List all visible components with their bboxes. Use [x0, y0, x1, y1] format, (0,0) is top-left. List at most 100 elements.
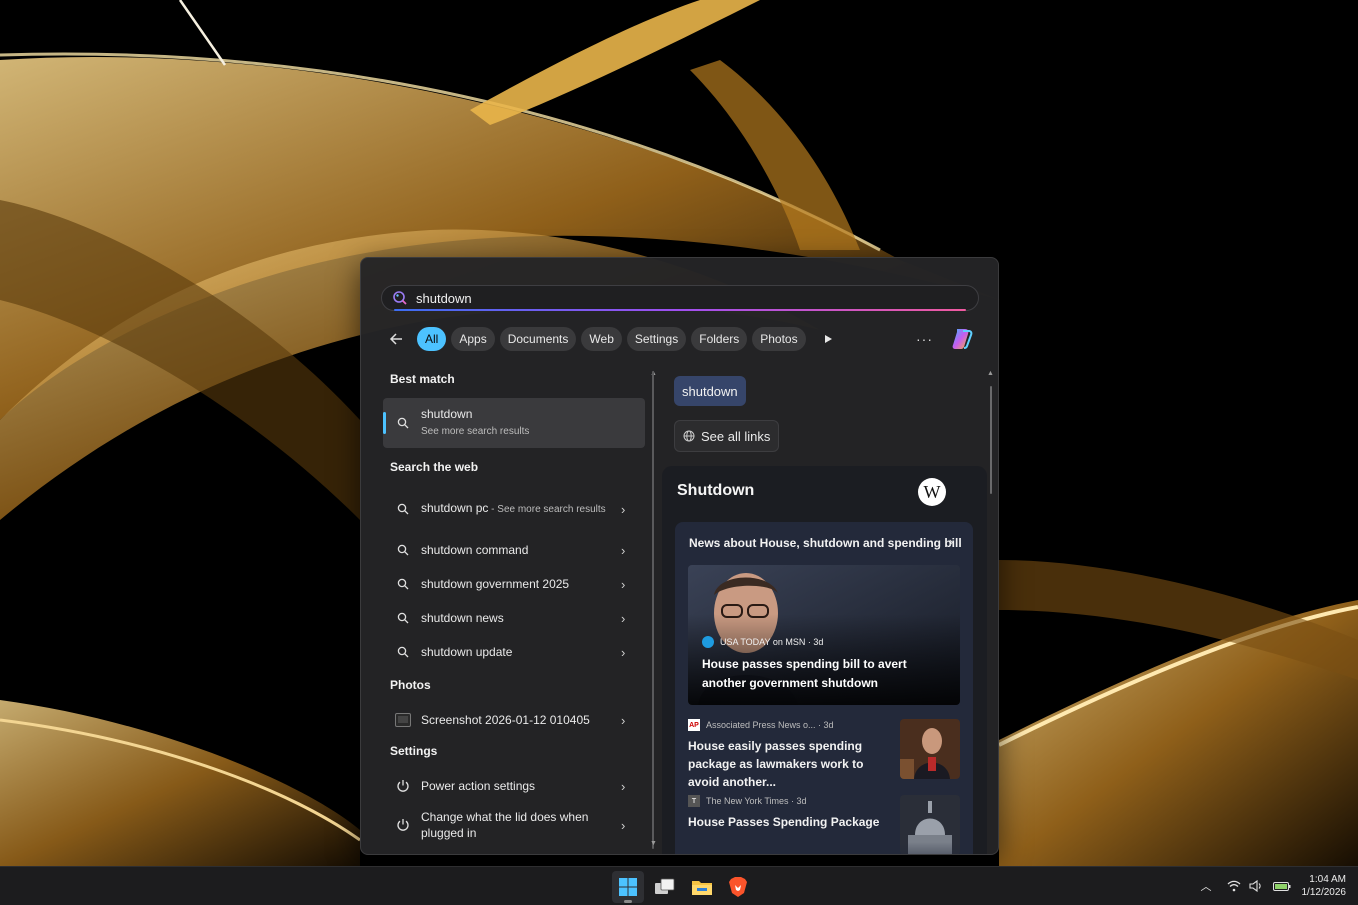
- best-match-title: shutdown: [421, 407, 473, 421]
- search-icon: [395, 610, 411, 626]
- chevron-right-icon: ›: [621, 712, 626, 728]
- usatoday-logo-icon: [702, 636, 714, 648]
- news-fade-overlay: [675, 842, 973, 854]
- windows-logo-icon: [619, 878, 637, 896]
- volume-icon[interactable]: [1246, 878, 1266, 894]
- see-all-links-button[interactable]: See all links: [674, 420, 780, 452]
- search-icon: [395, 415, 411, 431]
- photo-result[interactable]: Screenshot 2026-01-12 010405 ›: [383, 708, 645, 732]
- web-result-main: shutdown update: [421, 645, 513, 659]
- file-explorer-button[interactable]: [686, 871, 718, 903]
- image-thumbnail-icon: [395, 712, 411, 728]
- web-result-4[interactable]: shutdown news ›: [383, 606, 645, 630]
- best-match-subtitle: See more search results: [421, 426, 530, 437]
- chevron-right-icon: ›: [621, 576, 626, 592]
- start-button[interactable]: [612, 871, 644, 903]
- news-card: News about House, shutdown and spending …: [675, 522, 973, 854]
- query-chip[interactable]: shutdown: [674, 376, 746, 406]
- chevron-up-icon[interactable]: ︿: [1196, 878, 1216, 894]
- chevron-right-icon: ›: [621, 501, 626, 517]
- copilot-icon[interactable]: [949, 326, 975, 352]
- brave-lion-icon: [729, 877, 747, 897]
- nyt-logo-icon: T: [688, 795, 700, 807]
- best-match-item[interactable]: shutdown See more search results: [383, 398, 645, 448]
- wifi-icon[interactable]: [1224, 878, 1244, 894]
- wikipedia-logo-icon[interactable]: W: [918, 478, 946, 506]
- filter-bar: All Apps Documents Web Settings Folders …: [385, 326, 977, 352]
- left-scrollbar[interactable]: [652, 371, 654, 849]
- search-icon: [395, 576, 411, 592]
- filter-web[interactable]: Web: [581, 327, 622, 351]
- right-scrollbar[interactable]: [990, 386, 992, 494]
- chevron-right-icon: ›: [621, 610, 626, 626]
- filter-apps[interactable]: Apps: [451, 327, 495, 351]
- system-tray: ︿: [1196, 878, 1294, 894]
- settings-result-2[interactable]: Change what the lid does when plugged in…: [383, 806, 645, 844]
- web-result-2[interactable]: shutdown command ›: [383, 538, 645, 562]
- task-view-button[interactable]: [649, 871, 681, 903]
- story-source: Associated Press News o... · 3d: [706, 720, 834, 730]
- settings-title: Change what the lid does when plugged in: [421, 810, 589, 840]
- filter-documents[interactable]: Documents: [499, 327, 577, 351]
- scroll-up-arrow-icon[interactable]: ▲: [987, 370, 994, 377]
- power-icon: [395, 817, 411, 833]
- filter-all[interactable]: All: [417, 327, 447, 351]
- section-settings: Settings: [390, 744, 438, 758]
- settings-result-1[interactable]: Power action settings ›: [383, 774, 645, 798]
- folder-icon: [692, 881, 712, 895]
- see-all-label: See all links: [701, 428, 771, 444]
- power-icon: [395, 778, 411, 794]
- filter-folders[interactable]: Folders: [691, 327, 748, 351]
- web-result-5[interactable]: shutdown update ›: [383, 640, 645, 664]
- back-arrow-icon[interactable]: [385, 328, 407, 350]
- hero-title: House passes spending bill to avert anot…: [702, 657, 907, 690]
- story-title: House Passes Spending Package: [688, 815, 880, 829]
- battery-icon[interactable]: [1272, 878, 1292, 894]
- search-icon: [395, 542, 411, 558]
- web-result-main: shutdown pc: [421, 501, 489, 515]
- story-title: House easily passes spending package as …: [688, 739, 864, 789]
- settings-title: Power action settings: [421, 779, 536, 793]
- news-story-1[interactable]: AP Associated Press News o... · 3d House …: [688, 719, 960, 789]
- hero-source-text: USA TODAY on MSN · 3d: [720, 637, 824, 647]
- web-result-main: shutdown command: [421, 543, 529, 557]
- search-icon: [395, 644, 411, 660]
- filter-photos[interactable]: Photos: [752, 327, 806, 351]
- clock-date: 1/12/2026: [1301, 887, 1347, 898]
- news-header[interactable]: News about House, shutdown and spending …: [689, 536, 962, 550]
- ap-logo-icon: AP: [688, 719, 700, 731]
- brave-browser-button[interactable]: [722, 871, 754, 903]
- preview-pane: shutdown See all links Shutdown W News a…: [661, 368, 991, 854]
- clock-time: 1:04 AM: [1309, 874, 1346, 885]
- search-panel: shutdown All Apps Documents Web Settings…: [360, 257, 999, 855]
- web-result-1[interactable]: shutdown pc - See more search results ›: [383, 490, 645, 528]
- search-input[interactable]: shutdown: [381, 285, 979, 311]
- chevron-right-icon[interactable]: ›: [949, 534, 953, 549]
- search-query-text: shutdown: [416, 290, 472, 306]
- search-icon: [395, 501, 411, 517]
- hero-source: USA TODAY on MSN · 3d: [702, 636, 823, 648]
- clock[interactable]: 1:04 AM 1/12/2026: [1296, 873, 1347, 899]
- chevron-right-icon: ›: [621, 817, 626, 833]
- web-result-sub: - See more search results: [488, 504, 606, 515]
- copilot-search-icon: [392, 290, 408, 306]
- section-photos: Photos: [390, 678, 431, 692]
- wikipedia-card: Shutdown W News about House, shutdown an…: [662, 466, 987, 854]
- more-options-button[interactable]: ···: [916, 331, 933, 347]
- play-icon[interactable]: [823, 331, 839, 347]
- hero-story[interactable]: USA TODAY on MSN · 3d House passes spend…: [688, 565, 960, 705]
- taskbar: ︿ 1:04 AM 1/12/2026: [0, 866, 1358, 905]
- web-result-3[interactable]: shutdown government 2025 ›: [383, 572, 645, 596]
- filter-settings[interactable]: Settings: [626, 327, 687, 351]
- story-thumbnail: [900, 719, 960, 779]
- globe-icon: [683, 430, 695, 442]
- scroll-down-arrow-icon[interactable]: ▼: [650, 840, 657, 847]
- photo-title: Screenshot 2026-01-12 010405: [421, 713, 590, 727]
- chevron-right-icon: ›: [621, 644, 626, 660]
- wiki-title[interactable]: Shutdown: [677, 482, 754, 500]
- section-best-match: Best match: [390, 372, 455, 386]
- chevron-right-icon: ›: [621, 542, 626, 558]
- web-result-main: shutdown government 2025: [421, 577, 570, 591]
- task-view-icon: [655, 878, 675, 894]
- web-result-main: shutdown news: [421, 611, 504, 625]
